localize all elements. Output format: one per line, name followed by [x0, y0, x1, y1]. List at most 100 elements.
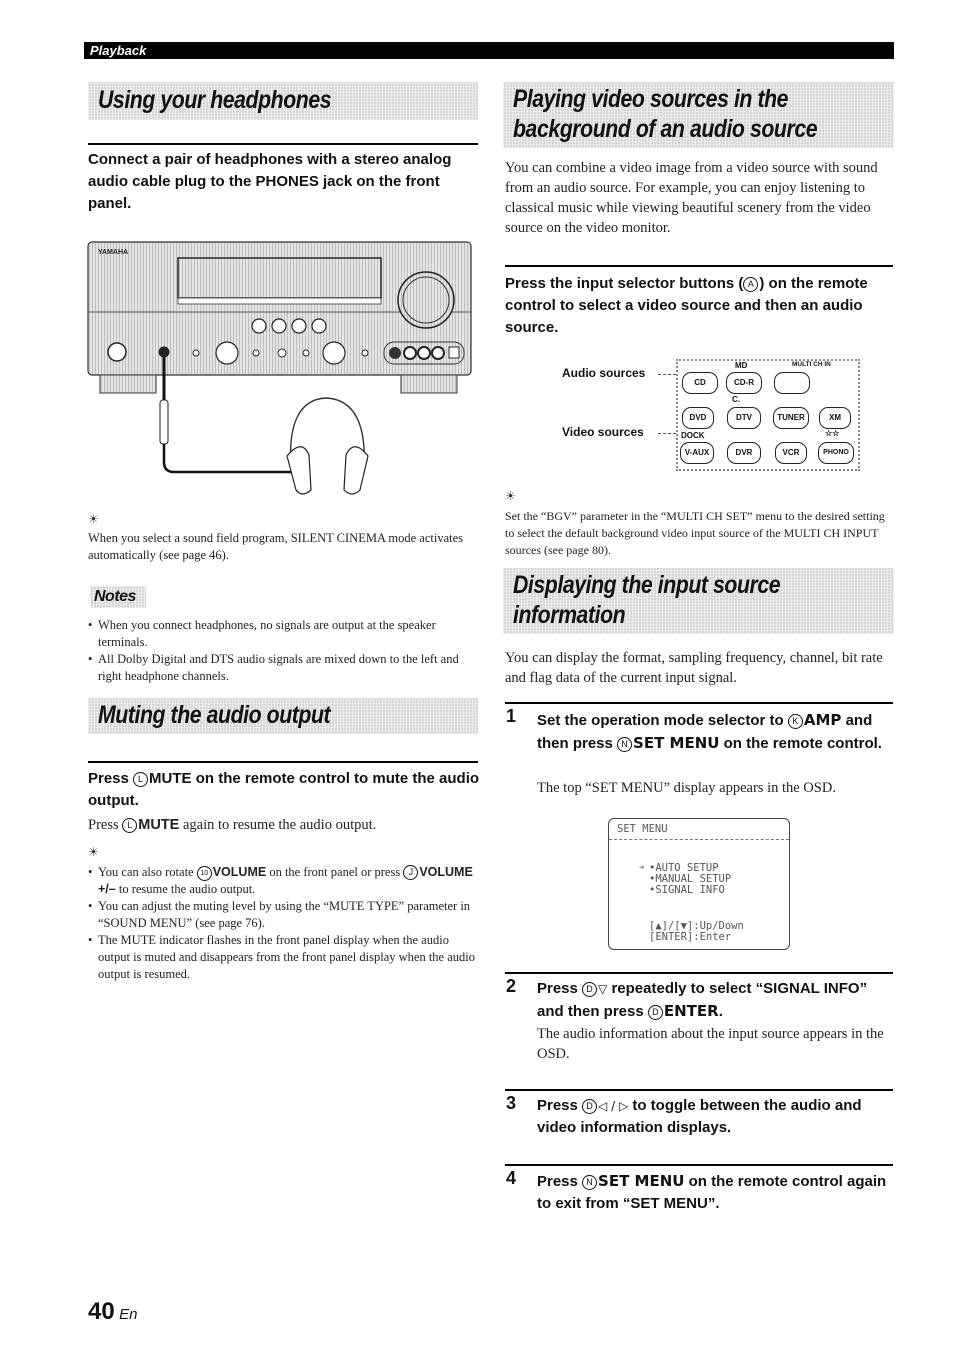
brand-logo: YAMAHA — [98, 249, 128, 256]
tone-knob — [215, 341, 239, 365]
osd-menu-items: •AUTO SETUP •MANUAL SETUP •SIGNAL INFO — [649, 863, 731, 896]
page-footer: 40 En — [88, 1298, 138, 1326]
tip-item: You can adjust the muting level by using… — [88, 898, 480, 932]
muting-body: Press L MUTE again to resume the audio ou… — [88, 817, 377, 833]
volume-knob — [397, 271, 455, 329]
heading-background-line2: background of an audio source — [513, 115, 818, 143]
phones-jack — [158, 346, 170, 358]
remote-key-n-icon: N — [582, 1175, 598, 1190]
step-number: 1 — [506, 706, 517, 726]
front-display — [177, 257, 382, 299]
step-3-instruction: Press D ◁ / ▷ to toggle between the audio… — [537, 1097, 862, 1136]
background-body: You can combine a video image from a vid… — [505, 160, 878, 236]
display-info-body: You can display the format, sampling fre… — [505, 650, 883, 686]
divider — [88, 143, 478, 145]
tip-item: The MUTE indicator flashes in the front … — [88, 932, 480, 983]
audio-sources-label: Audio sources — [562, 366, 646, 380]
divider — [505, 1089, 893, 1091]
lightbulb-tip-icon: ☀ — [505, 489, 516, 503]
heading-display-info-line2: information — [513, 601, 626, 629]
step-number: 4 — [506, 1168, 517, 1188]
step-2-result: The audio information about the input so… — [537, 1026, 884, 1062]
headphone-ear-left — [286, 446, 312, 495]
osd-help: [▲]/[▼]:Up/Down [ENTER]:Enter — [649, 920, 744, 943]
input-button-v-aux[interactable]: V-AUX — [680, 442, 714, 464]
input-knob — [322, 341, 346, 365]
remote-key-j-icon: J — [403, 865, 419, 880]
remote-key-l-icon: L — [133, 772, 149, 787]
heading-banner-background: Playing video sources in the background … — [503, 82, 894, 148]
muting-lead: Press L MUTE on the remote control to mut… — [88, 770, 480, 809]
panel-key-10-icon: 10 — [196, 866, 212, 881]
scene-button-3 — [291, 318, 307, 334]
osd-cursor-icon: ➔ — [639, 863, 645, 873]
headphones-notes-list: When you connect headphones, no signals … — [88, 617, 480, 685]
headphone-plug — [159, 399, 169, 445]
remote-key-d-icon: D — [647, 1005, 663, 1020]
input-button-dvd[interactable]: DVD — [682, 407, 714, 429]
scene-button-2 — [271, 318, 287, 334]
heading-background-line1: Playing video sources in the — [513, 85, 789, 113]
input-button-cd-r[interactable]: CD-R — [726, 372, 762, 394]
notes-label: Notes — [94, 588, 136, 605]
remote-key-l-icon: L — [122, 818, 138, 833]
remote-key-n-icon: N — [617, 737, 633, 752]
input-selector-figure: Audio sources Video sources MD MULTI CH … — [560, 357, 860, 471]
note-item: All Dolby Digital and DTS audio signals … — [88, 651, 480, 685]
section-header-bar: Playback — [84, 42, 894, 59]
step-4-instruction: Press N SET MENU on the remote control ag… — [537, 1172, 887, 1212]
video-sources-label: Video sources — [562, 425, 644, 439]
input-button-multi-ch-in[interactable] — [774, 372, 810, 394]
note-item: When you connect headphones, no signals … — [88, 617, 480, 651]
remote-key-a-icon: A — [743, 277, 759, 292]
background-lead: Press the input selector buttons (A) on … — [505, 275, 868, 336]
input-button-phono[interactable]: PHONO — [818, 442, 854, 464]
input-button-xm[interactable]: XM — [819, 407, 851, 429]
remote-key-d-icon: D — [582, 1099, 598, 1114]
headphones-lead: Connect a pair of headphones with a ster… — [88, 151, 452, 212]
step-1-result: The top “SET MENU” display appears in th… — [537, 780, 836, 796]
lightbulb-tip-icon: ☀ — [88, 512, 99, 526]
scene-button-1 — [251, 318, 267, 334]
step-number: 3 — [506, 1093, 517, 1113]
input-button-dvr[interactable]: DVR — [727, 442, 761, 464]
divider — [505, 265, 893, 267]
lightbulb-tip-icon: ☀ — [88, 845, 99, 859]
input-button-dtv[interactable]: DTV — [727, 407, 761, 429]
receiver-headphones-figure: YAMAHA — [87, 241, 472, 495]
osd-title: SET MENU — [617, 823, 668, 835]
background-tip-text: Set the “BGV” parameter in the “MULTI CH… — [505, 509, 885, 557]
input-button-cd[interactable]: CD — [682, 372, 718, 394]
receiver-foot-left — [99, 374, 157, 394]
receiver-foot-right — [400, 374, 458, 394]
divider — [505, 702, 893, 704]
heading-display-info-line1: Displaying the input source — [513, 571, 781, 599]
step-2-instruction: Press D ▽ repeatedly to select “SIGNAL IN… — [537, 980, 868, 1020]
heading-banner-muting: Muting the audio output — [88, 698, 478, 734]
page-language: En — [119, 1306, 138, 1323]
tip-item: You can also rotate 10VOLUME on the fron… — [88, 864, 480, 898]
power-button — [107, 342, 127, 362]
remote-key-d-icon: D — [582, 982, 598, 997]
headphones-tip-text: When you select a sound field program, S… — [88, 531, 464, 562]
heading-banner-display-info: Displaying the input source information — [503, 568, 894, 634]
heading-muting: Muting the audio output — [98, 701, 331, 729]
headphone-ear-right — [343, 446, 369, 495]
display-buttons-row — [177, 297, 382, 305]
divider — [88, 761, 478, 763]
notes-label-box: Notes — [90, 586, 146, 608]
step-1-instruction: Set the operation mode selector to K AMP … — [537, 711, 882, 752]
muting-tips-list: You can also rotate 10VOLUME on the fron… — [88, 864, 480, 983]
section-label: Playback — [90, 43, 147, 58]
osd-item-signal-info: •SIGNAL INFO — [649, 884, 725, 896]
divider — [505, 972, 893, 974]
input-button-tuner[interactable]: TUNER — [773, 407, 809, 429]
remote-key-k-icon: K — [787, 714, 803, 729]
input-button-vcr[interactable]: VCR — [775, 442, 807, 464]
divider — [505, 1164, 893, 1166]
scene-button-4 — [311, 318, 327, 334]
step-number: 2 — [506, 976, 517, 996]
headphone-cable — [162, 444, 296, 474]
page-number: 40 — [88, 1298, 115, 1325]
heading-banner-headphones: Using your headphones — [88, 82, 478, 120]
